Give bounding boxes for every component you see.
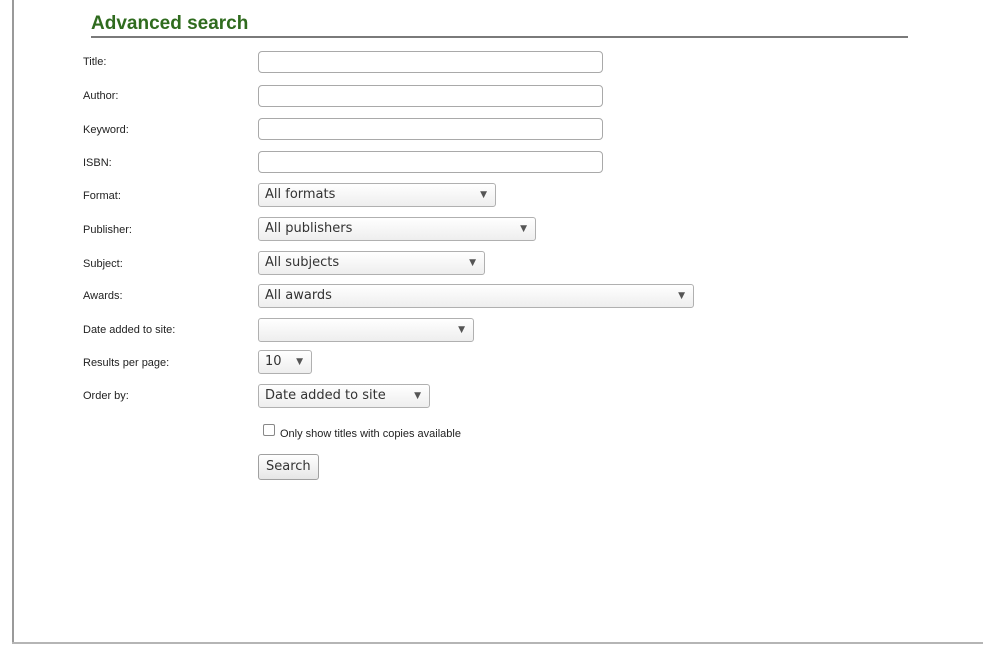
chevron-down-icon: ▼ [480, 190, 487, 200]
availability-checkbox[interactable] [263, 424, 275, 436]
chevron-down-icon: ▼ [520, 224, 527, 234]
keyword-input[interactable] [258, 118, 603, 140]
results-per-page-select[interactable]: 10 ▼ [258, 350, 312, 374]
results-per-page-select-value: 10 [265, 354, 282, 369]
page-title: Advanced search [91, 13, 249, 34]
chevron-down-icon: ▼ [296, 357, 303, 367]
publisher-label: Publisher: [83, 224, 132, 236]
results-per-page-label: Results per page: [83, 357, 170, 369]
order-by-label: Order by: [83, 390, 129, 402]
isbn-label: ISBN: [83, 157, 112, 169]
availability-checkbox-row[interactable]: Only show titles with copies available [263, 424, 461, 440]
author-input[interactable] [258, 85, 603, 107]
chevron-down-icon: ▼ [469, 258, 476, 268]
format-label: Format: [83, 190, 121, 202]
chevron-down-icon: ▼ [458, 325, 465, 335]
awards-select[interactable]: All awards ▼ [258, 284, 694, 308]
author-label: Author: [83, 90, 119, 102]
keyword-label: Keyword: [83, 124, 129, 136]
bottom-border-line [12, 642, 983, 644]
format-select[interactable]: All formats ▼ [258, 183, 496, 207]
left-border-line [12, 0, 14, 644]
chevron-down-icon: ▼ [414, 391, 421, 401]
heading-divider [91, 36, 908, 38]
publisher-select-value: All publishers [265, 221, 353, 236]
isbn-input[interactable] [258, 151, 603, 173]
availability-checkbox-label[interactable]: Only show titles with copies available [280, 428, 461, 440]
order-by-select[interactable]: Date added to site ▼ [258, 384, 430, 408]
awards-select-value: All awards [265, 288, 332, 303]
awards-label: Awards: [83, 290, 123, 302]
publisher-select[interactable]: All publishers ▼ [258, 217, 536, 241]
advanced-search-page: Advanced search Title: Author: Keyword: … [0, 0, 983, 646]
chevron-down-icon: ▼ [678, 291, 685, 301]
subject-select[interactable]: All subjects ▼ [258, 251, 485, 275]
title-label: Title: [83, 56, 107, 68]
title-input[interactable] [258, 51, 603, 73]
subject-label: Subject: [83, 258, 123, 270]
format-select-value: All formats [265, 187, 336, 202]
date-added-select[interactable]: ▼ [258, 318, 474, 342]
search-button[interactable]: Search [258, 454, 319, 480]
order-by-select-value: Date added to site [265, 388, 386, 403]
subject-select-value: All subjects [265, 255, 340, 270]
date-added-label: Date added to site: [83, 324, 176, 336]
